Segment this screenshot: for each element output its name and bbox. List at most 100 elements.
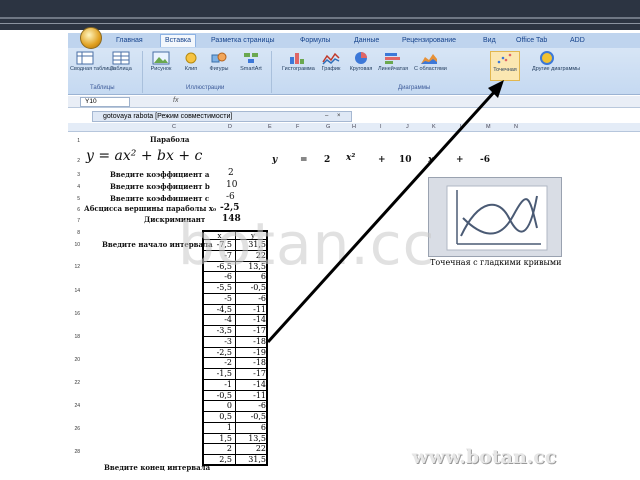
cell-y[interactable]: 22 — [237, 444, 269, 455]
area-chart-icon — [421, 54, 437, 64]
row-number: 20 — [74, 357, 80, 363]
cell-x[interactable]: -2 — [204, 358, 236, 369]
tab-office-tab[interactable]: Office Tab — [516, 35, 547, 48]
cell-y[interactable]: -0,5 — [237, 283, 269, 294]
close-icon[interactable]: × — [337, 112, 341, 121]
office-button-icon[interactable] — [80, 27, 102, 49]
pivot-table-button[interactable]: Сводная таблица — [70, 51, 115, 81]
value-b[interactable]: 10 — [226, 180, 237, 190]
chart-type-preview[interactable] — [428, 177, 562, 257]
table-label: Таблица — [110, 66, 132, 72]
table-row: -1,5 -17 — [202, 369, 268, 380]
group-separator — [271, 51, 272, 93]
cell-x[interactable]: -3,5 — [204, 326, 236, 337]
tab-add[interactable]: ADD — [570, 35, 585, 48]
fx-icon[interactable]: fx — [173, 97, 178, 104]
cell-y[interactable]: -0,5 — [237, 412, 269, 423]
cell-x[interactable]: -1 — [204, 379, 236, 391]
column-header[interactable]: M — [486, 123, 491, 132]
cell-x[interactable]: 0 — [204, 401, 236, 412]
row-number: 24 — [74, 403, 80, 409]
row-number: 14 — [74, 288, 80, 294]
minimize-icon[interactable]: – — [325, 112, 328, 121]
name-box[interactable]: Y10 — [80, 97, 130, 107]
tab-formulas[interactable]: Формулы — [300, 35, 330, 48]
cell-y[interactable]: -18 — [237, 337, 269, 348]
column-header[interactable]: F — [296, 123, 299, 132]
cell-x[interactable]: 2,5 — [204, 455, 236, 466]
cell-y[interactable]: -18 — [237, 358, 269, 369]
area-button[interactable]: С областями — [414, 51, 447, 81]
slide-header-band — [0, 0, 640, 30]
scatter-button[interactable]: Точечная — [490, 51, 520, 81]
bar-button[interactable]: Линейчатая — [378, 51, 408, 81]
cell-x[interactable]: 2 — [204, 444, 236, 455]
cell-y[interactable]: -17 — [237, 369, 269, 380]
cell-x[interactable]: -0,5 — [204, 390, 236, 402]
column-header[interactable]: I — [380, 123, 382, 132]
cell-x[interactable]: -3 — [204, 336, 236, 348]
tab-page-layout[interactable]: Разметка страницы — [211, 35, 275, 48]
cell-x[interactable]: -5 — [204, 293, 236, 305]
column-header[interactable]: L — [460, 123, 463, 132]
equation-token: + — [456, 155, 464, 165]
column-header[interactable]: D — [228, 123, 232, 132]
cell-x[interactable]: 1,5 — [204, 433, 236, 445]
pie-button[interactable]: Круговая — [346, 51, 376, 81]
graph-button[interactable]: График — [316, 51, 346, 81]
table-row: 2 22 — [202, 444, 268, 455]
row-number: 3 — [77, 172, 80, 178]
parabola-formula: y = ax² + bx + c — [86, 148, 203, 164]
bar-chart-icon — [385, 53, 400, 64]
column-header[interactable]: E — [268, 123, 272, 132]
column-header[interactable]: C — [172, 123, 176, 132]
shapes-button[interactable]: Фигуры — [204, 51, 234, 81]
column-header[interactable]: N — [514, 123, 518, 132]
tab-insert[interactable]: Вставка — [160, 34, 197, 47]
tab-review[interactable]: Рецензирование — [402, 35, 456, 48]
row-number: 2 — [77, 158, 80, 164]
column-header[interactable]: G — [326, 123, 330, 132]
cell-x[interactable]: -4,5 — [204, 304, 236, 316]
label-coef-b: Введите коэффициент b — [110, 182, 210, 191]
cell-y[interactable]: 13,5 — [237, 434, 269, 445]
tab-data[interactable]: Данные — [354, 35, 379, 48]
column-header[interactable]: K — [432, 123, 436, 132]
table-button[interactable]: Таблица — [106, 51, 136, 81]
cell-y[interactable]: -14 — [237, 315, 269, 326]
cell-y[interactable]: 31,5 — [237, 455, 269, 466]
histogram-button[interactable]: Гистограмма — [282, 51, 315, 81]
tab-home[interactable]: Главная — [116, 35, 143, 48]
cell-y[interactable]: -17 — [237, 326, 269, 337]
picture-label: Рисунок — [150, 66, 172, 72]
equation-token: 2 — [324, 155, 331, 165]
scatter-chart-icon — [497, 53, 512, 64]
table-row: 0 -6 — [202, 401, 268, 412]
other-charts-button[interactable]: Другие диаграммы — [532, 51, 580, 81]
column-header[interactable]: J — [406, 123, 409, 132]
cell-x[interactable]: -4 — [204, 315, 236, 326]
column-header[interactable]: H — [352, 123, 356, 132]
cell-y[interactable]: -19 — [237, 348, 269, 359]
smartart-button[interactable]: SmartArt — [236, 51, 266, 81]
cell-y[interactable]: -6 — [237, 401, 269, 412]
cell-x[interactable]: 1 — [204, 422, 236, 434]
picture-button[interactable]: Рисунок — [146, 51, 176, 81]
value-c[interactable]: -6 — [226, 192, 235, 202]
row-number: 8 — [77, 230, 80, 236]
group-label-illustrations: Иллюстрации — [186, 85, 225, 91]
cell-y[interactable]: 6 — [237, 423, 269, 434]
value-a[interactable]: 2 — [228, 168, 234, 178]
cell-y[interactable]: -6 — [237, 294, 269, 305]
clip-icon — [185, 52, 197, 64]
clip-button[interactable]: Клип — [176, 51, 206, 81]
cell-x[interactable]: 0,5 — [204, 412, 236, 423]
cell-y[interactable]: -11 — [237, 391, 269, 402]
cell-y[interactable]: -14 — [237, 380, 269, 391]
cell-x[interactable]: -2,5 — [204, 347, 236, 359]
cell-x[interactable]: -1,5 — [204, 369, 236, 380]
cell-x[interactable]: -5,5 — [204, 283, 236, 294]
cell-y[interactable]: -11 — [237, 305, 269, 316]
table-row: -5 -6 — [202, 293, 269, 305]
tab-view[interactable]: Вид — [483, 35, 496, 48]
